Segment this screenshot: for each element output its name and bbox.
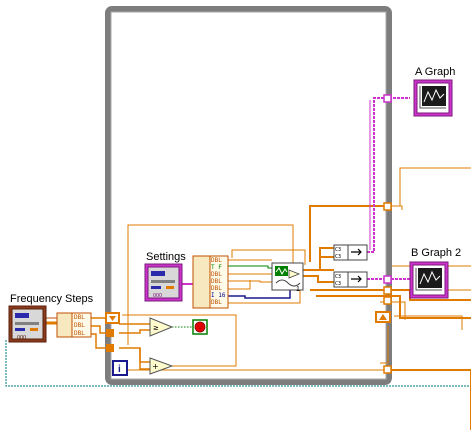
cluster-tag: C3 [335, 254, 341, 260]
unbundle-term: DBL [211, 271, 222, 278]
loop-tunnel [106, 344, 114, 352]
shift-register-left[interactable] [105, 312, 120, 324]
add-node[interactable]: + [149, 357, 174, 375]
cluster-tag: C3 [335, 274, 341, 280]
b-graph-2-label: B Graph 2 [411, 247, 461, 259]
unbundle-term: DBL [74, 330, 85, 337]
loop-tunnel [106, 329, 114, 337]
a-graph-label: A Graph [415, 66, 455, 78]
waveform-graph-icon [413, 79, 453, 117]
settings-control[interactable]: Settings OOO [144, 251, 186, 302]
shift-register-right[interactable] [375, 311, 391, 323]
unbundle-frequency[interactable]: DBL DBL DBL [56, 312, 92, 338]
unbundle-term: DBL [211, 299, 222, 306]
greater-or-equal-icon: ≥ [153, 324, 159, 332]
cluster-tag: C3 [335, 247, 341, 253]
cluster-control-icon: OOO [8, 305, 47, 343]
stop-condition-icon[interactable] [192, 319, 208, 335]
svg-text:OOO: OOO [17, 335, 26, 341]
node-index-constant: 1 [296, 286, 300, 293]
unbundle-term: DBL [74, 314, 85, 321]
unbundle-term: DBL [74, 322, 85, 329]
unbundle-term: DBL [211, 257, 222, 264]
unbundle-term: I 16 [211, 292, 226, 299]
cluster-control-icon: OOO [144, 263, 183, 302]
a-graph-indicator[interactable]: A Graph [413, 66, 455, 117]
unbundle-term: T F [211, 264, 222, 271]
add-icon: + [152, 362, 159, 371]
waveform-graph-icon [409, 261, 449, 299]
unbundle-term: DBL [211, 285, 222, 292]
svg-text:OOO: OOO [153, 293, 162, 299]
unbundle-settings[interactable]: DBL T F DBL DBL DBL I 16 DBL [192, 255, 229, 309]
settings-label: Settings [146, 251, 186, 263]
compare-node[interactable]: ≥ [149, 317, 174, 337]
loop-iteration-terminal: i [112, 360, 128, 376]
unbundle-term: DBL [211, 278, 222, 285]
build-array-upper[interactable]: C3 C3 [333, 244, 368, 261]
waveform-node[interactable]: 1 [271, 262, 304, 293]
block-diagram: Frequency Steps OOO DBL DBL DBL i ≥ + Se… [5, 6, 471, 430]
loop-index-label: i [118, 364, 121, 375]
frequency-steps-label: Frequency Steps [10, 293, 94, 305]
build-array-lower[interactable]: C3 C3 [333, 271, 368, 288]
cluster-tag: C3 [335, 281, 341, 287]
